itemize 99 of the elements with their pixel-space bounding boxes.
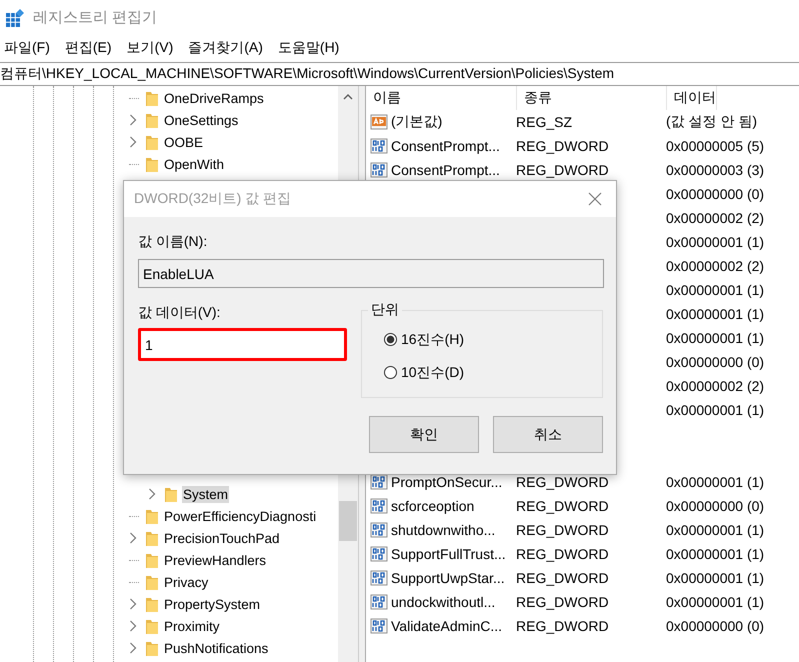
value-data: 0x00000000 (0) bbox=[666, 354, 764, 370]
folder-icon bbox=[145, 89, 159, 107]
folder-icon bbox=[145, 617, 159, 635]
value-data: 0x00000001 (1) bbox=[666, 306, 764, 322]
tree-item[interactable]: OneSettings bbox=[163, 112, 240, 128]
binary-value-icon bbox=[370, 545, 388, 563]
value-name[interactable]: shutdownwitho... bbox=[391, 522, 496, 538]
binary-value-icon bbox=[370, 569, 388, 587]
value-name[interactable]: undockwithoutl... bbox=[391, 594, 496, 610]
value-data-field[interactable]: 1 bbox=[138, 328, 347, 361]
value-name[interactable]: SupportUwpStar... bbox=[391, 570, 505, 586]
value-type: REG_DWORD bbox=[516, 570, 609, 586]
dialog-title: DWORD(32비트) 값 편집 bbox=[134, 190, 292, 208]
radio-label[interactable]: 16진수(H) bbox=[401, 330, 464, 348]
value-type: REG_DWORD bbox=[516, 162, 609, 178]
value-data: 0x00000002 (2) bbox=[666, 210, 764, 226]
tree-item[interactable]: OpenWith bbox=[163, 156, 226, 172]
column-header[interactable]: 이름 bbox=[366, 86, 517, 110]
address-bar[interactable]: 컴퓨터\HKEY_LOCAL_MACHINE\SOFTWARE\Microsoft\Windows\CurrentVersion\Policies\System bbox=[0, 62, 799, 86]
folder-icon bbox=[145, 639, 159, 657]
field-label: 값 데이터(V): bbox=[138, 304, 222, 322]
value-data: 0x00000001 (1) bbox=[666, 546, 764, 562]
window-title: 레지스트리 편집기 bbox=[33, 8, 158, 27]
binary-value-icon bbox=[370, 617, 388, 635]
registry-icon bbox=[5, 8, 25, 28]
column-header[interactable]: 종류 bbox=[517, 86, 667, 110]
value-type: REG_DWORD bbox=[516, 498, 609, 514]
value-type: REG_DWORD bbox=[516, 138, 609, 154]
value-data: 0x00000000 (0) bbox=[666, 618, 764, 634]
menu-item[interactable]: 즐겨찾기(A) bbox=[188, 39, 263, 57]
value-data: 0x00000002 (2) bbox=[666, 378, 764, 394]
value-type: REG_DWORD bbox=[516, 522, 609, 538]
tree-item[interactable]: PrecisionTouchPad bbox=[163, 530, 281, 546]
folder-icon bbox=[145, 595, 159, 613]
value-data: 0x00000000 (0) bbox=[666, 186, 764, 202]
binary-value-icon bbox=[370, 161, 388, 179]
tree-item[interactable]: OneDriveRamps bbox=[163, 90, 265, 106]
value-data: 0x00000001 (1) bbox=[666, 330, 764, 346]
tree-item[interactable]: PropertySystem bbox=[163, 596, 262, 612]
value-name-field[interactable]: EnableLUA bbox=[138, 259, 604, 288]
tree-item[interactable]: OOBE bbox=[163, 134, 204, 150]
field-label: 값 이름(N): bbox=[138, 233, 208, 251]
value-type: REG_DWORD bbox=[516, 474, 609, 490]
group-label: 단위 bbox=[368, 301, 402, 319]
value-data: (값 설정 안 됨) bbox=[666, 113, 757, 131]
menu-item[interactable]: 파일(F) bbox=[4, 39, 50, 57]
string-value-icon bbox=[370, 113, 388, 131]
scroll-thumb[interactable] bbox=[339, 501, 357, 541]
tree-item[interactable]: Privacy bbox=[163, 574, 210, 590]
value-data: 0x00000001 (1) bbox=[666, 594, 764, 610]
radio-button[interactable] bbox=[384, 333, 397, 346]
menu-item[interactable]: 보기(V) bbox=[126, 39, 174, 57]
value-name[interactable]: SupportFullTrust... bbox=[391, 546, 506, 562]
folder-icon bbox=[145, 573, 159, 591]
tree-item[interactable]: System bbox=[182, 486, 230, 502]
value-data: 0x00000005 (5) bbox=[666, 138, 764, 154]
value-name[interactable]: (기본값) bbox=[391, 113, 442, 131]
tree-item[interactable]: Proximity bbox=[163, 618, 221, 634]
value-type: REG_DWORD bbox=[516, 618, 609, 634]
value-data: 0x00000001 (1) bbox=[666, 282, 764, 298]
binary-value-icon bbox=[370, 137, 388, 155]
radio-label[interactable]: 10진수(D) bbox=[401, 364, 464, 382]
value-type: REG_SZ bbox=[516, 114, 572, 130]
folder-icon bbox=[145, 155, 159, 173]
value-name[interactable]: ValidateAdminC... bbox=[391, 618, 502, 634]
value-data: 0x00000003 (3) bbox=[666, 162, 764, 178]
value-data: 0x00000001 (1) bbox=[666, 402, 764, 418]
value-name[interactable]: ConsentPrompt... bbox=[391, 138, 500, 154]
ok-button[interactable]: 확인 bbox=[369, 416, 479, 453]
value-data: 0x00000001 (1) bbox=[666, 522, 764, 538]
value-data: 0x00000001 (1) bbox=[666, 474, 764, 490]
binary-value-icon bbox=[370, 497, 388, 515]
value-name[interactable]: ConsentPrompt... bbox=[391, 162, 500, 178]
value-data: 0x00000001 (1) bbox=[666, 570, 764, 586]
value-name[interactable]: PromptOnSecur... bbox=[391, 474, 502, 490]
binary-value-icon bbox=[370, 521, 388, 539]
tree-item[interactable]: PushNotifications bbox=[163, 640, 270, 656]
value-name[interactable]: scforceoption bbox=[391, 498, 474, 514]
tree-item[interactable]: PreviewHandlers bbox=[163, 552, 268, 568]
cancel-button[interactable]: 취소 bbox=[493, 416, 603, 453]
column-header[interactable]: 데이터 bbox=[667, 86, 717, 110]
folder-icon bbox=[145, 111, 159, 129]
folder-icon bbox=[164, 485, 178, 503]
value-data: 0x00000002 (2) bbox=[666, 258, 764, 274]
folder-icon bbox=[145, 507, 159, 525]
value-data: 0x00000000 (0) bbox=[666, 498, 764, 514]
tree-item[interactable]: PowerEfficiencyDiagnosti bbox=[163, 508, 318, 524]
scroll-up-icon[interactable] bbox=[343, 94, 353, 100]
folder-icon bbox=[145, 529, 159, 547]
folder-icon bbox=[145, 133, 159, 151]
menu-item[interactable]: 편집(E) bbox=[64, 39, 112, 57]
value-type: REG_DWORD bbox=[516, 546, 609, 562]
binary-value-icon bbox=[370, 593, 388, 611]
value-data: 0x00000001 (1) bbox=[666, 234, 764, 250]
folder-icon bbox=[145, 551, 159, 569]
close-icon[interactable] bbox=[588, 192, 602, 206]
value-type: REG_DWORD bbox=[516, 594, 609, 610]
menu-item[interactable]: 도움말(H) bbox=[278, 39, 340, 57]
radio-button[interactable] bbox=[384, 366, 397, 379]
